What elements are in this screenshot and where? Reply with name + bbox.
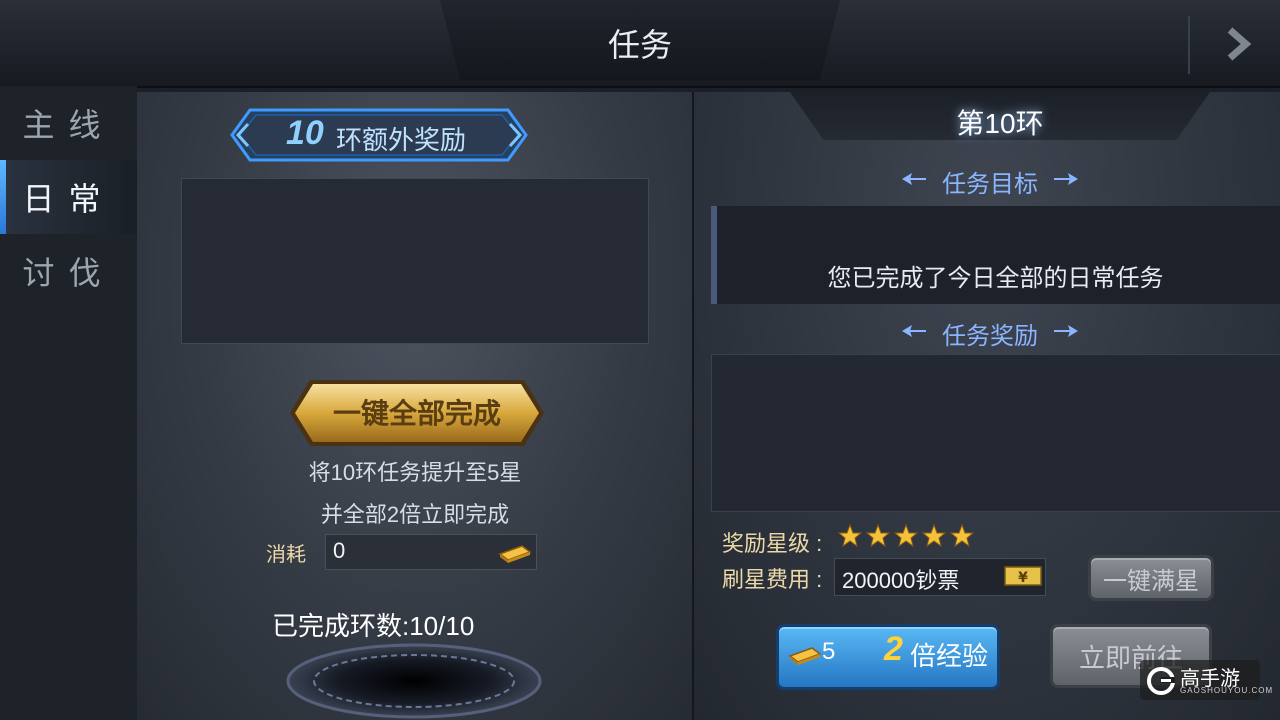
svg-text:¥: ¥: [1018, 570, 1028, 586]
gold-ingot-icon: [788, 647, 822, 665]
goal-heading: 任务目标: [942, 171, 1038, 198]
sidebar-item-label: 讨伐: [22, 255, 115, 291]
double-exp-cost: 5: [822, 638, 836, 665]
sidebar-item-main[interactable]: 主线: [0, 86, 137, 160]
goal-text: 您已完成了今日全部的日常任务: [827, 265, 1164, 292]
ornament-right-icon: [1054, 173, 1078, 185]
reward-stars: [838, 524, 974, 550]
star-icon: [894, 524, 918, 548]
watermark-logo: [1147, 667, 1175, 695]
divider: [1188, 16, 1190, 74]
page-title: 任务: [607, 27, 672, 63]
portal-emblem: [286, 643, 542, 719]
star-icon: [866, 524, 890, 548]
banknote-icon: ¥: [1004, 566, 1042, 586]
star-fee-value: 200000钞票: [842, 568, 960, 593]
complete-all-description: 将10环任务提升至5星: [308, 460, 522, 485]
star-icon: [950, 524, 974, 548]
ornament-right-icon: [1054, 325, 1078, 337]
double-exp-label: 倍经验: [910, 641, 989, 671]
reward-heading: 任务奖励: [942, 323, 1038, 350]
round-title: 第10环: [956, 108, 1044, 139]
sidebar-item-crusade[interactable]: 讨伐: [0, 234, 137, 308]
completed-rounds: 已完成环数:10/10: [272, 611, 475, 641]
reward-slot: [711, 354, 1280, 512]
double-exp-multiplier: 2: [884, 630, 903, 668]
sidebar-item-daily[interactable]: 日常: [0, 160, 137, 234]
gold-ingot-icon: [498, 545, 532, 563]
watermark-subtext: GAOSHOUYOU.COM: [1180, 686, 1274, 695]
star-icon: [838, 524, 862, 548]
sidebar-item-label: 日常: [22, 181, 115, 217]
cost-label: 消耗: [266, 544, 306, 566]
cost-value: 0: [333, 538, 346, 563]
reward-star-label: 奖励星级 :: [722, 531, 823, 556]
fill-stars-button[interactable]: 一键满星: [1088, 555, 1214, 601]
complete-all-label: 一键全部完成: [332, 398, 501, 429]
star-fee-label: 刷星费用 :: [722, 567, 823, 592]
bonus-reward-slot: [181, 178, 649, 344]
complete-all-description-2: 并全部2倍立即完成: [320, 502, 510, 527]
bonus-round-count: 10: [286, 114, 324, 152]
sidebar-item-label: 主线: [22, 107, 115, 143]
star-icon: [922, 524, 946, 548]
sidebar: 主线 日常 讨伐: [0, 86, 137, 720]
bonus-banner-label: 环额外奖励: [336, 125, 467, 155]
chevron-right-icon[interactable]: [1218, 24, 1258, 64]
